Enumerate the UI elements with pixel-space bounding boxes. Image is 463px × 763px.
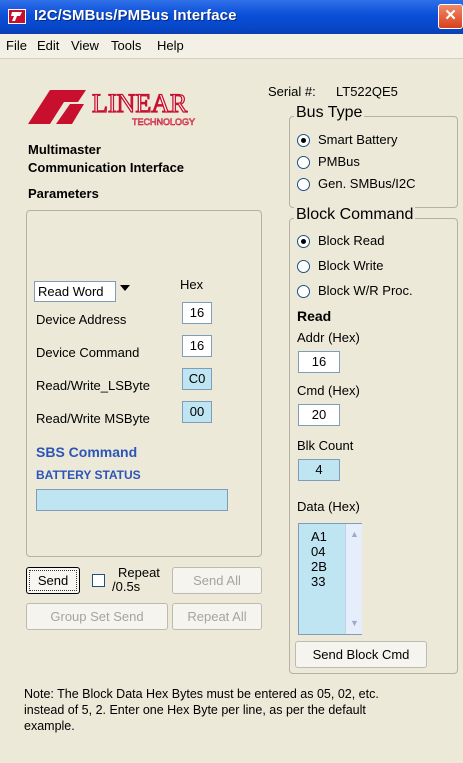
device-address-input[interactable]: 16 <box>182 302 212 324</box>
read-heading: Read <box>297 308 332 324</box>
block-command-title: Block Command <box>294 206 416 224</box>
radio-smart-battery-label[interactable]: Smart Battery <box>318 132 397 147</box>
sbs-value-field <box>36 489 228 511</box>
radio-block-wr-proc-label[interactable]: Block W/R Proc. <box>318 283 413 298</box>
note-line-2: instead of 5, 2. Enter one Hex Byte per … <box>24 703 366 717</box>
linear-logo: LINEAR TECHNOLOGY <box>26 84 196 130</box>
radio-smart-battery[interactable] <box>297 134 310 147</box>
radio-gen-smbus[interactable] <box>297 178 310 191</box>
device-command-input[interactable]: 16 <box>182 335 212 357</box>
app-subtitle-line1: Multimaster <box>28 142 101 157</box>
parameters-label: Parameters <box>28 186 99 201</box>
bus-type-title: Bus Type <box>294 104 365 122</box>
cmd-hex-input[interactable]: 20 <box>298 404 340 426</box>
send-button[interactable]: Send <box>26 567 80 594</box>
list-item[interactable]: 04 <box>311 544 325 559</box>
device-command-label: Device Command <box>36 345 140 360</box>
svg-text:LINEAR: LINEAR <box>92 89 188 118</box>
chevron-down-icon[interactable] <box>120 285 130 291</box>
addr-hex-input[interactable]: 16 <box>298 351 340 373</box>
radio-block-wr-proc[interactable] <box>297 285 310 298</box>
close-button[interactable]: ✕ <box>438 4 463 29</box>
blk-count-label: Blk Count <box>297 438 354 453</box>
cmd-hex-label: Cmd (Hex) <box>297 383 360 398</box>
note-line-1: Note: The Block Data Hex Bytes must be e… <box>24 687 379 701</box>
group-set-send-button[interactable]: Group Set Send <box>26 603 168 630</box>
radio-pmbus-label[interactable]: PMBus <box>318 154 360 169</box>
listbox-scrollbar[interactable]: ▲ ▼ <box>345 524 362 634</box>
blk-count-value: 4 <box>298 459 340 481</box>
menu-help[interactable]: Help <box>157 38 184 53</box>
menu-tools[interactable]: Tools <box>111 38 141 53</box>
rw-msbyte-label: Read/Write MSByte <box>36 411 150 426</box>
list-item[interactable]: 33 <box>311 574 325 589</box>
device-address-label: Device Address <box>36 312 127 327</box>
menu-view[interactable]: View <box>71 38 99 53</box>
send-all-button[interactable]: Send All <box>172 567 262 594</box>
radio-pmbus[interactable] <box>297 156 310 169</box>
window-title: I2C/SMBus/PMBus Interface <box>34 7 237 24</box>
app-logo-icon <box>8 9 26 24</box>
scroll-down-icon[interactable]: ▼ <box>348 617 361 630</box>
menu-bar: File Edit View Tools Help <box>0 34 463 59</box>
mode-select[interactable]: Read Word <box>34 281 116 302</box>
rw-lsbyte-value: C0 <box>182 368 212 390</box>
repeat-label-line1[interactable]: Repeat <box>118 566 160 580</box>
radio-block-read[interactable] <box>297 235 310 248</box>
mode-select-value: Read Word <box>38 284 104 299</box>
addr-hex-label: Addr (Hex) <box>297 330 360 345</box>
repeat-checkbox[interactable] <box>92 574 105 587</box>
bus-type-group <box>289 116 458 208</box>
repeat-all-button[interactable]: Repeat All <box>172 603 262 630</box>
send-block-cmd-button[interactable]: Send Block Cmd <box>295 641 427 668</box>
svg-text:TECHNOLOGY: TECHNOLOGY <box>132 117 195 127</box>
rw-msbyte-value: 00 <box>182 401 212 423</box>
send-button-label: Send <box>29 570 77 591</box>
list-item[interactable]: A1 <box>311 529 327 544</box>
hex-column-label: Hex <box>180 277 204 292</box>
radio-block-write-label[interactable]: Block Write <box>318 258 384 273</box>
repeat-label-line2[interactable]: /0.5s <box>112 580 140 594</box>
note-line-3: example. <box>24 719 75 733</box>
app-subtitle-line2: Communication Interface <box>28 160 185 175</box>
data-hex-label: Data (Hex) <box>297 499 360 514</box>
menu-edit[interactable]: Edit <box>37 38 59 53</box>
list-item[interactable]: 2B <box>311 559 327 574</box>
radio-gen-smbus-label[interactable]: Gen. SMBus/I2C <box>318 176 416 191</box>
scroll-up-icon[interactable]: ▲ <box>348 528 361 541</box>
note-text: Note: The Block Data Hex Bytes must be e… <box>24 686 458 734</box>
sbs-command-name: BATTERY STATUS <box>36 468 141 482</box>
serial-value: LT522QE5 <box>336 84 398 99</box>
menu-file[interactable]: File <box>6 38 27 53</box>
rw-lsbyte-label: Read/Write_LSByte <box>36 378 150 393</box>
radio-block-read-label[interactable]: Block Read <box>318 233 384 248</box>
sbs-command-label: SBS Command <box>36 444 138 460</box>
data-hex-listbox[interactable]: A1 04 2B 33 ▲ ▼ <box>298 523 362 635</box>
serial-label: Serial #: <box>268 84 316 99</box>
radio-block-write[interactable] <box>297 260 310 273</box>
